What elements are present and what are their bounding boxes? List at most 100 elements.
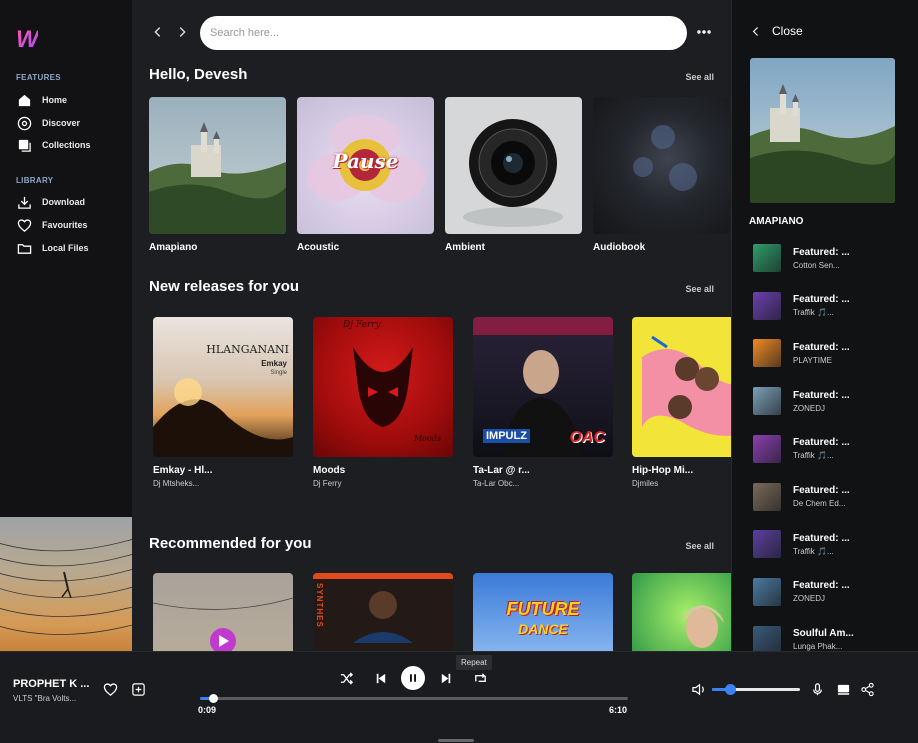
now-playing-title: PROPHET K ... — [13, 678, 90, 690]
add-to-playlist-button[interactable] — [130, 681, 146, 697]
queue-item-title: Featured: ... — [793, 485, 850, 496]
sidebar-item-local-files[interactable]: Local Files — [16, 239, 89, 257]
next-button[interactable] — [438, 670, 454, 686]
album-art-text: SYNTHES — [315, 583, 324, 628]
share-button[interactable] — [859, 681, 875, 697]
sidebar-item-label: Home — [42, 95, 68, 105]
chevron-left-icon — [154, 27, 161, 37]
recommended-card[interactable]: SYNTHES — [313, 573, 453, 651]
volume-handle[interactable] — [724, 684, 736, 695]
microphone-button[interactable] — [809, 681, 825, 697]
now-playing-artwork — [0, 517, 132, 651]
collections-icon — [16, 137, 32, 153]
genre-label: Acoustic — [297, 242, 340, 253]
queue-item-artist: PLAYTIME — [793, 355, 832, 365]
genre-artwork — [149, 97, 286, 234]
queue-item[interactable]: Featured: ... PLAYTIME — [753, 338, 913, 368]
sidebar-item-label: Collections — [42, 140, 91, 150]
album-art-text: IMPULZ — [483, 429, 530, 443]
forward-button[interactable] — [174, 24, 190, 40]
queue-item-text: Featured: ... ZONEDJ — [793, 580, 850, 603]
queue-item-text: Featured: ... PLAYTIME — [793, 342, 850, 365]
volume-icon — [691, 683, 704, 695]
queue-item[interactable]: Featured: ... Traffik 🎵... — [753, 529, 913, 559]
folder-icon — [16, 240, 32, 256]
device-button[interactable] — [835, 681, 851, 697]
sidebar-item-download[interactable]: Download — [16, 193, 85, 211]
release-title: Hip-Hop Mi... — [632, 465, 694, 476]
queue-item-title: Featured: ... — [793, 580, 850, 592]
album-art-text: Emkay — [261, 359, 287, 368]
queue-item[interactable]: Featured: ... ZONEDJ — [753, 577, 913, 607]
like-button[interactable] — [102, 681, 118, 697]
see-all-new-releases-link[interactable]: See all — [685, 284, 714, 294]
queue-item-text: Featured: ... Cotton Sen... — [793, 247, 850, 270]
more-options-button[interactable] — [694, 24, 714, 40]
download-icon — [16, 194, 32, 210]
queue-item-artist: ZONEDJ — [793, 594, 825, 604]
recommended-artwork — [153, 573, 293, 651]
repeat-button[interactable] — [472, 670, 488, 686]
volume-slider[interactable] — [712, 684, 800, 695]
genre-card-amapiano[interactable]: Amapiano — [149, 97, 286, 253]
queue-item[interactable]: Soulful Am... Lunga Phak... — [753, 625, 913, 651]
search-input[interactable] — [200, 16, 687, 50]
recommended-card[interactable]: FUTURE DANCE — [473, 573, 613, 651]
app-logo[interactable]: W — [16, 26, 39, 54]
queue-item-title: Featured: ... — [793, 437, 850, 449]
sidebar-item-home[interactable]: Home — [16, 91, 67, 109]
release-card[interactable]: HLANGANANI Emkay Single Emkay - Hl... Dj… — [153, 317, 293, 488]
queue-item-artist: Traffik 🎵... — [793, 451, 834, 461]
queue-item-artist: Traffik 🎵... — [793, 308, 834, 318]
volume-button[interactable] — [690, 681, 708, 697]
release-card[interactable]: Hip-Hop Mi... Djmiles — [632, 317, 731, 488]
genre-card-acoustic[interactable]: Pause Acoustic — [297, 97, 434, 253]
sidebar-item-discover[interactable]: Discover — [16, 114, 80, 132]
heart-icon — [16, 217, 32, 233]
close-label: Close — [772, 24, 803, 38]
resize-handle[interactable] — [438, 739, 474, 742]
play-pause-button[interactable] — [401, 666, 425, 690]
see-all-recommended-link[interactable]: See all — [685, 541, 714, 551]
queue-item[interactable]: Featured: ... Traffik 🎵... — [753, 434, 913, 464]
progress-bar[interactable] — [200, 694, 628, 703]
progress-handle[interactable] — [208, 694, 218, 703]
queue-item[interactable]: Featured: ... Traffik 🎵... — [753, 291, 913, 321]
recommended-card[interactable] — [153, 573, 293, 651]
shuffle-button[interactable] — [338, 670, 354, 686]
close-panel-button[interactable]: Close — [752, 24, 803, 38]
queue-item-title: Featured: ... — [793, 532, 850, 544]
queue-item-artist: Lunga Phak... — [793, 642, 843, 651]
genre-card-ambient[interactable]: Ambient — [445, 97, 582, 253]
sidebar-item-label: Download — [42, 197, 85, 207]
release-artist: Djmiles — [632, 479, 659, 488]
release-card[interactable]: IMPULZ OAC Ta-Lar @ r... Ta-Lar Obc... — [473, 317, 613, 488]
playlist-title: AMAPIANO — [749, 216, 804, 227]
repeat-tooltip: Repeat — [456, 655, 492, 670]
playlist-artwork — [750, 58, 895, 203]
queue-item-thumbnail — [753, 387, 781, 416]
release-title: Ta-Lar @ r... — [473, 465, 530, 476]
release-title: Emkay - Hl... — [153, 465, 213, 476]
genre-card-audiobook[interactable]: Audiobook — [593, 97, 730, 253]
album-art-text: Pause — [332, 149, 399, 173]
recommended-card[interactable] — [632, 573, 731, 651]
sidebar-item-collections[interactable]: Collections — [16, 136, 91, 154]
recommended-artwork: SYNTHES — [313, 573, 453, 651]
queue-item[interactable]: Featured: ... De Chem Ed... — [753, 482, 913, 512]
queue-item-thumbnail — [753, 244, 781, 272]
queue-item[interactable]: Featured: ... ZONEDJ — [753, 386, 913, 416]
see-all-genres-link[interactable]: See all — [685, 72, 714, 82]
release-card[interactable]: Dj Ferry Moods Moods Dj Ferry — [313, 317, 453, 488]
back-button[interactable] — [150, 24, 166, 40]
sidebar-item-favourites[interactable]: Favourites — [16, 216, 88, 234]
queue-item[interactable]: Featured: ... Cotton Sen... — [753, 243, 913, 273]
album-art-text: Moods — [413, 434, 441, 443]
sidebar-item-label: Local Files — [42, 243, 89, 253]
queue-item-title: Soulful Am... — [793, 628, 854, 640]
queue-item-text: Featured: ... De Chem Ed... — [793, 485, 850, 508]
album-art-text: DANCE — [518, 621, 568, 637]
previous-button[interactable] — [372, 670, 388, 686]
skip-next-icon — [441, 673, 450, 683]
library-section-title: LIBRARY — [16, 176, 54, 185]
